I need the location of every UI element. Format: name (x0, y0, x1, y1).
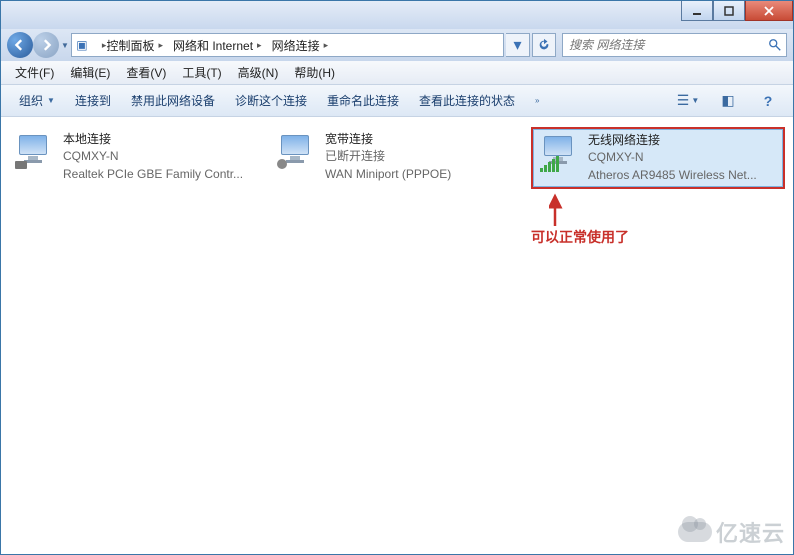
wifi-adapter-icon (540, 132, 580, 172)
search-box[interactable] (562, 33, 787, 57)
connection-name: 本地连接 (63, 131, 243, 148)
search-input[interactable] (563, 38, 764, 52)
lan-adapter-icon (15, 131, 55, 171)
forward-button[interactable] (33, 32, 59, 58)
connection-item-lan[interactable]: 本地连接 CQMXY-N Realtek PCIe GBE Family Con… (9, 129, 259, 187)
breadcrumb-control-panel[interactable]: ▸控制面板▸ (92, 34, 167, 56)
breadcrumb-network-connections[interactable]: 网络连接▸ (266, 34, 333, 56)
connection-status: CQMXY-N (588, 149, 757, 166)
view-options-button[interactable]: ☰▼ (671, 90, 705, 112)
search-icon[interactable] (764, 38, 786, 52)
toolbar-rename[interactable]: 重命名此连接 (317, 92, 409, 109)
breadcrumb-network-internet[interactable]: 网络和 Internet▸ (167, 34, 266, 56)
toolbar: 组织 ▼ 连接到 禁用此网络设备 诊断这个连接 重命名此连接 查看此连接的状态 »… (1, 85, 793, 117)
annotation-text: 可以正常使用了 (531, 227, 629, 247)
control-panel-icon: ▣ (72, 38, 92, 52)
toolbar-label: 组织 (19, 92, 43, 109)
window-frame: ▼ ▣ ▸控制面板▸ 网络和 Internet▸ 网络连接▸ ▾ 文件(F) 编… (0, 0, 794, 555)
watermark-text: 亿速云 (716, 516, 785, 548)
back-button[interactable] (7, 32, 33, 58)
toolbar-right: ☰▼ ◧ ? (671, 90, 785, 112)
minimize-button[interactable] (681, 1, 713, 21)
menu-help[interactable]: 帮助(H) (286, 64, 343, 81)
window-controls (681, 1, 793, 21)
menu-advanced[interactable]: 高级(N) (230, 64, 287, 81)
annotation-arrow-icon (549, 192, 579, 228)
menu-tools[interactable]: 工具(T) (174, 64, 229, 81)
toolbar-diagnose[interactable]: 诊断这个连接 (225, 92, 317, 109)
menubar: 文件(F) 编辑(E) 查看(V) 工具(T) 高级(N) 帮助(H) (1, 61, 793, 85)
address-bar[interactable]: ▣ ▸控制面板▸ 网络和 Internet▸ 网络连接▸ (71, 33, 504, 57)
connection-status: CQMXY-N (63, 148, 243, 165)
connection-text: 无线网络连接 CQMXY-N Atheros AR9485 Wireless N… (588, 132, 757, 184)
connection-text: 本地连接 CQMXY-N Realtek PCIe GBE Family Con… (63, 131, 243, 185)
connection-name: 无线网络连接 (588, 132, 757, 149)
maximize-button[interactable] (713, 1, 745, 21)
toolbar-more[interactable]: » (525, 96, 549, 105)
content-area[interactable]: 本地连接 CQMXY-N Realtek PCIe GBE Family Con… (1, 117, 793, 554)
preview-pane-button[interactable]: ◧ (711, 90, 745, 112)
toolbar-viewstatus[interactable]: 查看此连接的状态 (409, 92, 525, 109)
connection-item-broadband[interactable]: 宽带连接 已断开连接 WAN Miniport (PPPOE) (271, 129, 521, 187)
toolbar-connect[interactable]: 连接到 (65, 92, 121, 109)
connection-desc: Realtek PCIe GBE Family Contr... (63, 166, 243, 183)
connection-desc: Atheros AR9485 Wireless Net... (588, 167, 757, 184)
breadcrumb-label: 控制面板 (106, 37, 154, 54)
address-dropdown[interactable]: ▾ (506, 33, 530, 57)
toolbar-disable[interactable]: 禁用此网络设备 (121, 92, 225, 109)
connection-item-wireless[interactable]: 无线网络连接 CQMXY-N Atheros AR9485 Wireless N… (533, 129, 783, 187)
nav-buttons: ▼ (7, 32, 69, 58)
wan-adapter-icon (277, 131, 317, 171)
titlebar[interactable] (1, 1, 793, 29)
menu-edit[interactable]: 编辑(E) (62, 64, 118, 81)
help-button[interactable]: ? (751, 90, 785, 112)
connection-text: 宽带连接 已断开连接 WAN Miniport (PPPOE) (325, 131, 451, 185)
menu-file[interactable]: 文件(F) (7, 64, 62, 81)
address-row: ▼ ▣ ▸控制面板▸ 网络和 Internet▸ 网络连接▸ ▾ (1, 29, 793, 61)
menu-view[interactable]: 查看(V) (118, 64, 174, 81)
cloud-icon (678, 522, 712, 542)
chevron-down-icon: ▼ (47, 96, 55, 105)
refresh-button[interactable] (532, 33, 556, 57)
connection-desc: WAN Miniport (PPPOE) (325, 166, 451, 183)
connection-name: 宽带连接 (325, 131, 451, 148)
toolbar-organize[interactable]: 组织 ▼ (9, 92, 65, 109)
chevron-right-icon: » (535, 96, 539, 105)
nav-history-dropdown[interactable]: ▼ (61, 41, 69, 50)
breadcrumb-label: 网络连接 (272, 37, 320, 54)
watermark: 亿速云 (678, 516, 785, 548)
connection-status: 已断开连接 (325, 148, 451, 165)
breadcrumb-label: 网络和 Internet (173, 37, 253, 54)
connections-list: 本地连接 CQMXY-N Realtek PCIe GBE Family Con… (1, 117, 793, 199)
close-button[interactable] (745, 1, 793, 21)
